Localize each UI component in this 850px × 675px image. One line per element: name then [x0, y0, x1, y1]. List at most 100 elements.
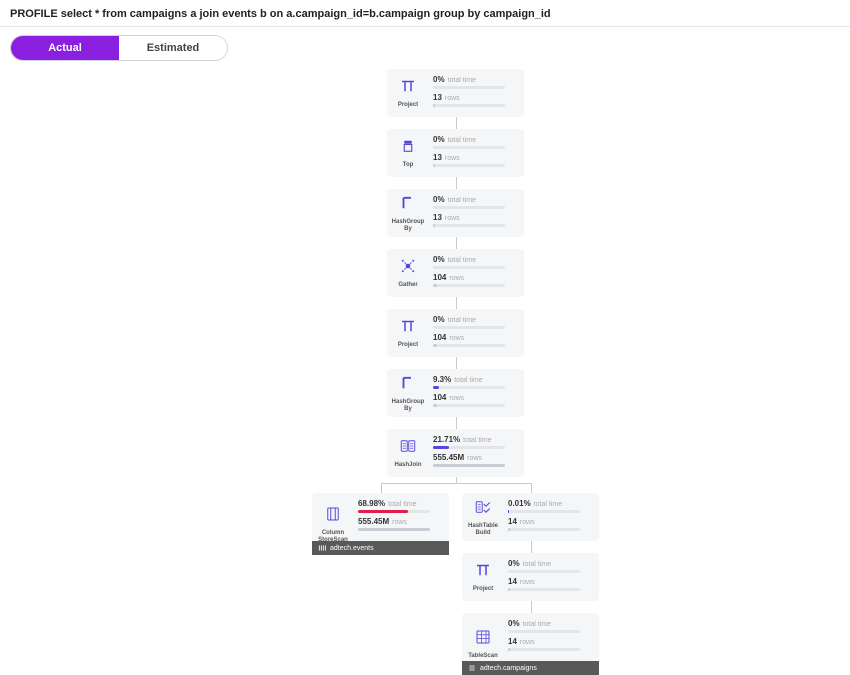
pct-label: total time — [454, 377, 482, 384]
pct-label: total time — [448, 197, 476, 204]
rows-value: 13 — [433, 153, 442, 162]
node-icon-block: Top — [387, 129, 429, 177]
plan-node-gather[interactable]: Gather 0% total time 104 rows — [387, 249, 524, 297]
pi-icon — [399, 77, 417, 100]
node-icon-block: HashTableBuild — [462, 493, 504, 541]
table-icon — [474, 628, 492, 651]
query-plan-canvas: Project 0% total time 13 rows Top 0% tot… — [0, 69, 850, 669]
plan-node-tablescan[interactable]: TableScan 0% total time 14 rows adtech.c… — [462, 613, 599, 675]
rows-value: 555.45M — [358, 517, 389, 526]
plan-node-project[interactable]: Project 0% total time 13 rows — [387, 69, 524, 117]
table-source-name: adtech.campaigns — [480, 665, 537, 672]
rows-label: rows — [520, 579, 535, 586]
rows-label: rows — [449, 395, 464, 402]
op-label: Project — [473, 586, 493, 593]
node-icon-block: Project — [462, 553, 504, 601]
op-label: Top — [403, 162, 414, 169]
hashbuild-icon — [474, 498, 492, 521]
page-header: PROFILE select * from campaigns a join e… — [0, 0, 850, 27]
pct-value: 0% — [433, 135, 445, 144]
mode-segmented-control: Actual Estimated — [10, 35, 228, 61]
pct-value: 0% — [508, 619, 520, 628]
plan-node-top[interactable]: Top 0% total time 13 rows — [387, 129, 524, 177]
plan-node-hashjoin[interactable]: HashJoin 21.71% total time 555.45M rows — [387, 429, 524, 477]
pct-label: total time — [534, 501, 562, 508]
pi-icon — [474, 561, 492, 584]
rows-value: 555.45M — [433, 453, 464, 462]
top-icon — [399, 137, 417, 160]
rows-value: 14 — [508, 577, 517, 586]
pct-value: 9.3% — [433, 375, 451, 384]
tab-estimated[interactable]: Estimated — [119, 36, 227, 60]
table-source-name: adtech.events — [330, 545, 374, 552]
pct-value: 0% — [433, 255, 445, 264]
plan-node-hashgroupby[interactable]: HashGroupBy 0% total time 13 rows — [387, 189, 524, 237]
join-icon — [399, 437, 417, 460]
node-icon-block: HashGroupBy — [387, 369, 429, 417]
node-metrics: 0% total time 104 rows — [429, 309, 524, 357]
rows-label: rows — [445, 215, 460, 222]
pct-label: total time — [448, 317, 476, 324]
plan-node-project[interactable]: Project 0% total time 104 rows — [387, 309, 524, 357]
node-metrics: 0% total time 13 rows — [429, 69, 524, 117]
plan-node-hashgroupby[interactable]: HashGroupBy 9.3% total time 104 rows — [387, 369, 524, 417]
pct-value: 0.01% — [508, 499, 531, 508]
pct-value: 0% — [508, 559, 520, 568]
pct-label: total time — [523, 561, 551, 568]
op-label: HashJoin — [394, 462, 421, 469]
node-metrics: 0.01% total time 14 rows — [504, 493, 599, 541]
rows-value: 104 — [433, 273, 446, 282]
rows-label: rows — [445, 155, 460, 162]
rows-label: rows — [392, 519, 407, 526]
node-metrics: 0% total time 14 rows — [504, 553, 599, 601]
rows-label: rows — [520, 639, 535, 646]
rows-label: rows — [467, 455, 482, 462]
node-metrics: 0% total time 13 rows — [429, 129, 524, 177]
gamma-icon — [399, 374, 417, 397]
rows-label: rows — [449, 335, 464, 342]
rows-label: rows — [449, 275, 464, 282]
node-icon-block: HashJoin — [387, 429, 429, 477]
tab-actual[interactable]: Actual — [11, 36, 119, 60]
pct-value: 68.98% — [358, 499, 385, 508]
op-label: TableScan — [468, 653, 498, 660]
pi-icon — [399, 317, 417, 340]
pct-label: total time — [388, 501, 416, 508]
node-icon-block: Gather — [387, 249, 429, 297]
rows-value: 14 — [508, 517, 517, 526]
node-metrics: 9.3% total time 104 rows — [429, 369, 524, 417]
op-label: HashGroupBy — [392, 219, 425, 232]
gamma-icon — [399, 194, 417, 217]
node-metrics: 0% total time 104 rows — [429, 249, 524, 297]
op-label: Project — [398, 342, 418, 349]
op-label: Project — [398, 102, 418, 109]
pct-value: 21.71% — [433, 435, 460, 444]
pct-label: total time — [463, 437, 491, 444]
node-icon-block: HashGroupBy — [387, 189, 429, 237]
rows-value: 104 — [433, 393, 446, 402]
pct-label: total time — [448, 257, 476, 264]
node-metrics: 21.71% total time 555.45M rows — [429, 429, 524, 477]
pct-value: 0% — [433, 315, 445, 324]
query-title: PROFILE select * from campaigns a join e… — [10, 8, 840, 20]
pct-value: 0% — [433, 75, 445, 84]
rows-value: 13 — [433, 93, 442, 102]
gather-icon — [399, 257, 417, 280]
pct-label: total time — [448, 137, 476, 144]
rows-label: rows — [445, 95, 460, 102]
op-label: Gather — [398, 282, 417, 289]
colscan-icon — [324, 505, 342, 528]
node-metrics: 0% total time 13 rows — [429, 189, 524, 237]
plan-node-hashtablebuild[interactable]: HashTableBuild 0.01% total time 14 rows — [462, 493, 599, 541]
op-label: HashTableBuild — [468, 523, 498, 536]
rows-value: 13 — [433, 213, 442, 222]
rows-label: rows — [520, 519, 535, 526]
pct-value: 0% — [433, 195, 445, 204]
plan-node-project[interactable]: Project 0% total time 14 rows — [462, 553, 599, 601]
op-label: HashGroupBy — [392, 399, 425, 412]
plan-node-columnstorescan[interactable]: ColumnStoreScan 68.98% total time 555.45… — [312, 493, 449, 555]
node-icon-block: Project — [387, 309, 429, 357]
controls-row: Actual Estimated — [0, 27, 850, 69]
table-source-strip: adtech.events — [312, 541, 449, 555]
pct-label: total time — [523, 621, 551, 628]
